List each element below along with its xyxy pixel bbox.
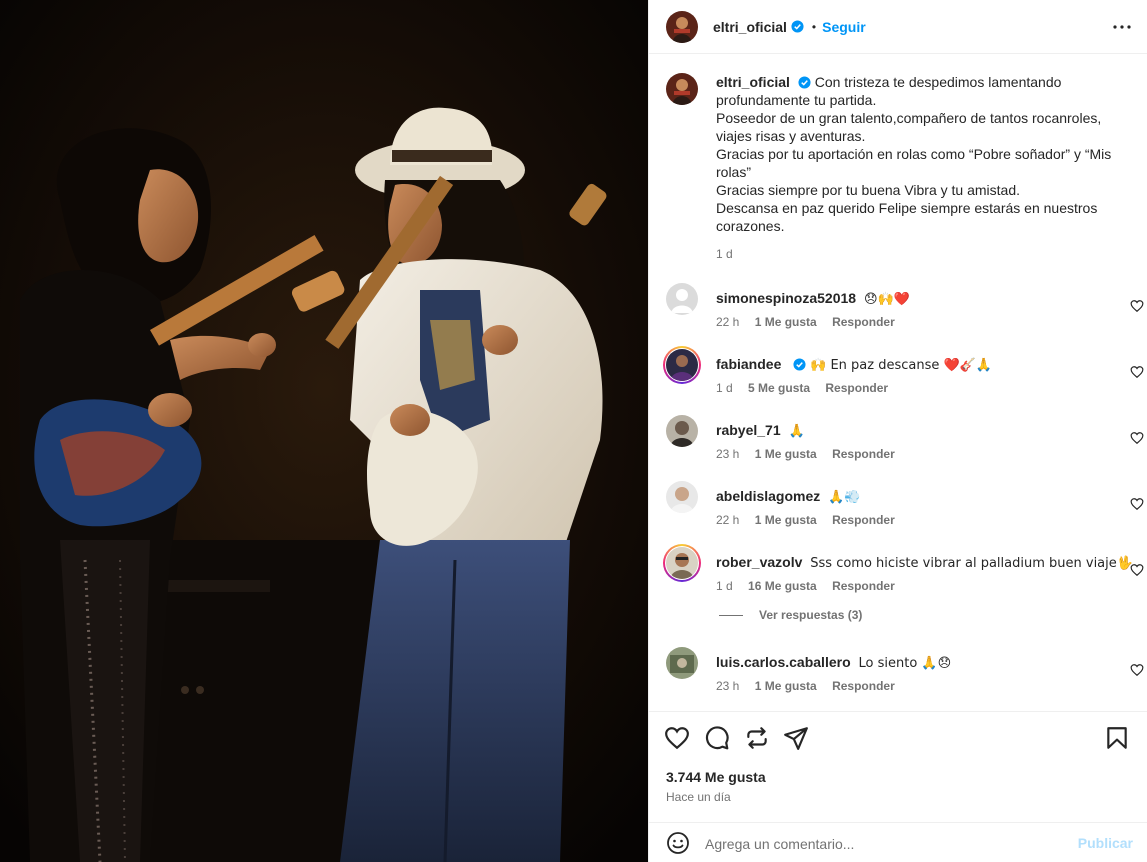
comment-avatar[interactable] bbox=[666, 349, 698, 381]
comment-input[interactable] bbox=[705, 833, 1065, 855]
comment-likes[interactable]: 1 Me gusta bbox=[755, 679, 817, 693]
caption-time[interactable]: 1 d bbox=[716, 245, 1136, 263]
comment-text: luis.carlos.caballero Lo siento 🙏😞 bbox=[716, 654, 951, 671]
comment-username[interactable]: luis.carlos.caballero bbox=[716, 654, 851, 670]
comment-likes[interactable]: 16 Me gusta bbox=[748, 579, 817, 593]
comment-time[interactable]: 22 h bbox=[716, 315, 739, 329]
comment-meta: 23 h 1 Me gusta Responder bbox=[716, 679, 907, 693]
caption-username[interactable]: eltri_oficial bbox=[716, 74, 790, 90]
emoji-icon[interactable] bbox=[666, 831, 690, 855]
caption-author-avatar[interactable] bbox=[666, 73, 698, 105]
comment-item: luis.carlos.caballero Lo siento 🙏😞 23 h … bbox=[666, 647, 1144, 697]
post-dialog: eltri_oficial • Seguir eltri_oficial Con… bbox=[0, 0, 1147, 862]
comment-likes[interactable]: 1 Me gusta bbox=[755, 315, 817, 329]
comment-meta: 23 h 1 Me gusta Responder bbox=[716, 447, 907, 461]
follow-button[interactable]: Seguir bbox=[822, 19, 866, 35]
comment-meta: 22 h 1 Me gusta Responder bbox=[716, 315, 907, 329]
view-replies-label: Ver respuestas (3) bbox=[759, 608, 863, 622]
post-photo[interactable] bbox=[0, 0, 648, 862]
comment-time[interactable]: 23 h bbox=[716, 447, 739, 461]
comment-time[interactable]: 23 h bbox=[716, 679, 739, 693]
heart-icon[interactable] bbox=[1130, 663, 1144, 677]
comment-meta: 1 d 5 Me gusta Responder bbox=[716, 381, 900, 395]
comment-item: rabyel_71 🙏 23 h 1 Me gusta Responder bbox=[666, 415, 1144, 465]
heart-icon[interactable] bbox=[664, 725, 690, 751]
comment-time[interactable]: 22 h bbox=[716, 513, 739, 527]
comment-avatar[interactable] bbox=[666, 481, 698, 513]
comment-text: rober_vazolv Sss como hiciste vibrar al … bbox=[716, 554, 1133, 571]
post-header: eltri_oficial • Seguir bbox=[649, 0, 1147, 54]
publish-button[interactable]: Publicar bbox=[1078, 835, 1133, 851]
caption-line: Gracias por tu aportación en rolas como … bbox=[716, 146, 1112, 180]
view-replies-button[interactable]: Ver respuestas (3) bbox=[719, 608, 862, 622]
reply-button[interactable]: Responder bbox=[832, 315, 895, 329]
header-separator: • bbox=[811, 19, 817, 34]
heart-icon[interactable] bbox=[1130, 431, 1144, 445]
comment-likes[interactable]: 1 Me gusta bbox=[755, 447, 817, 461]
comment-avatar[interactable] bbox=[666, 647, 698, 679]
reply-button[interactable]: Responder bbox=[832, 579, 895, 593]
comment-likes[interactable]: 1 Me gusta bbox=[755, 513, 817, 527]
author-username[interactable]: eltri_oficial bbox=[713, 19, 787, 35]
more-options-icon[interactable] bbox=[1110, 15, 1134, 39]
bookmark-icon[interactable] bbox=[1104, 725, 1130, 751]
comment-username[interactable]: rober_vazolv bbox=[716, 554, 802, 570]
comment-item: simonespinoza52018 😞🙌❤️ 22 h 1 Me gusta … bbox=[666, 283, 1144, 333]
heart-icon[interactable] bbox=[1130, 299, 1144, 313]
author-avatar[interactable] bbox=[666, 10, 698, 43]
comment-text: rabyel_71 🙏 bbox=[716, 422, 805, 439]
post-caption: eltri_oficial Con tristeza te despedimos… bbox=[666, 73, 1136, 263]
post-actions: 3.744 Me gusta Hace un día bbox=[649, 711, 1147, 822]
concert-photo-illustration bbox=[0, 0, 648, 862]
comment-body: 🙏 bbox=[788, 424, 805, 439]
comments-scroll-area[interactable]: eltri_oficial Con tristeza te despedimos… bbox=[649, 55, 1147, 711]
heart-icon[interactable] bbox=[1130, 563, 1144, 577]
comment-body: Lo siento 🙏😞 bbox=[858, 656, 952, 671]
comment-item: rober_vazolv Sss como hiciste vibrar al … bbox=[663, 544, 1144, 597]
reply-button[interactable]: Responder bbox=[832, 513, 895, 527]
heart-icon[interactable] bbox=[1130, 365, 1144, 379]
comment-avatar[interactable] bbox=[666, 415, 698, 447]
comment-item: abeldislagomez 🙏💨 22 h 1 Me gusta Respon… bbox=[666, 481, 1144, 531]
comment-avatar[interactable] bbox=[666, 283, 698, 315]
caption-line: Poseedor de un gran talento,compañero de… bbox=[716, 110, 1102, 144]
comment-body: 😞🙌❤️ bbox=[863, 292, 910, 307]
comment-meta: 1 d 16 Me gusta Responder bbox=[716, 579, 907, 593]
comment-likes[interactable]: 5 Me gusta bbox=[748, 381, 810, 395]
post-time[interactable]: Hace un día bbox=[666, 790, 731, 804]
caption-line: Gracias siempre por tu buena Vibra y tu … bbox=[716, 182, 1021, 198]
share-icon[interactable] bbox=[783, 725, 809, 751]
comment-body: Sss como hiciste vibrar al palladium bue… bbox=[810, 556, 1133, 571]
comment-text: abeldislagomez 🙏💨 bbox=[716, 488, 861, 505]
comment-icon[interactable] bbox=[704, 725, 730, 751]
comment-username[interactable]: simonespinoza52018 bbox=[716, 290, 856, 306]
comment-text: simonespinoza52018 😞🙌❤️ bbox=[716, 290, 910, 307]
verified-icon bbox=[793, 358, 806, 371]
caption-body: eltri_oficial Con tristeza te despedimos… bbox=[716, 73, 1136, 263]
comment-username[interactable]: fabiandee bbox=[716, 356, 781, 372]
heart-icon[interactable] bbox=[1130, 497, 1144, 511]
comment-username[interactable]: abeldislagomez bbox=[716, 488, 820, 504]
comment-time[interactable]: 1 d bbox=[716, 381, 733, 395]
verified-icon bbox=[798, 76, 811, 89]
repost-icon[interactable] bbox=[744, 725, 770, 751]
comment-username[interactable]: rabyel_71 bbox=[716, 422, 781, 438]
verified-icon bbox=[791, 20, 804, 33]
add-comment-bar: Publicar bbox=[649, 822, 1147, 862]
comment-meta: 22 h 1 Me gusta Responder bbox=[716, 513, 907, 527]
comment-body: 🙏💨 bbox=[828, 490, 861, 505]
reply-button[interactable]: Responder bbox=[825, 381, 888, 395]
comment-time[interactable]: 1 d bbox=[716, 579, 733, 593]
comment-body: 🙌 En paz descanse ❤️🎸🙏 bbox=[810, 358, 993, 373]
comment-text: fabiandee 🙌 En paz descanse ❤️🎸🙏 bbox=[716, 356, 992, 373]
comment-item: fabiandee 🙌 En paz descanse ❤️🎸🙏 1 d 5 M… bbox=[663, 346, 1144, 399]
caption-line: Descansa en paz querido Felipe siempre e… bbox=[716, 200, 1098, 234]
replies-divider bbox=[719, 614, 743, 616]
reply-button[interactable]: Responder bbox=[832, 447, 895, 461]
likes-count[interactable]: 3.744 Me gusta bbox=[666, 769, 766, 785]
post-side-panel: eltri_oficial • Seguir eltri_oficial Con… bbox=[648, 0, 1147, 862]
comment-avatar[interactable] bbox=[666, 547, 698, 579]
reply-button[interactable]: Responder bbox=[832, 679, 895, 693]
